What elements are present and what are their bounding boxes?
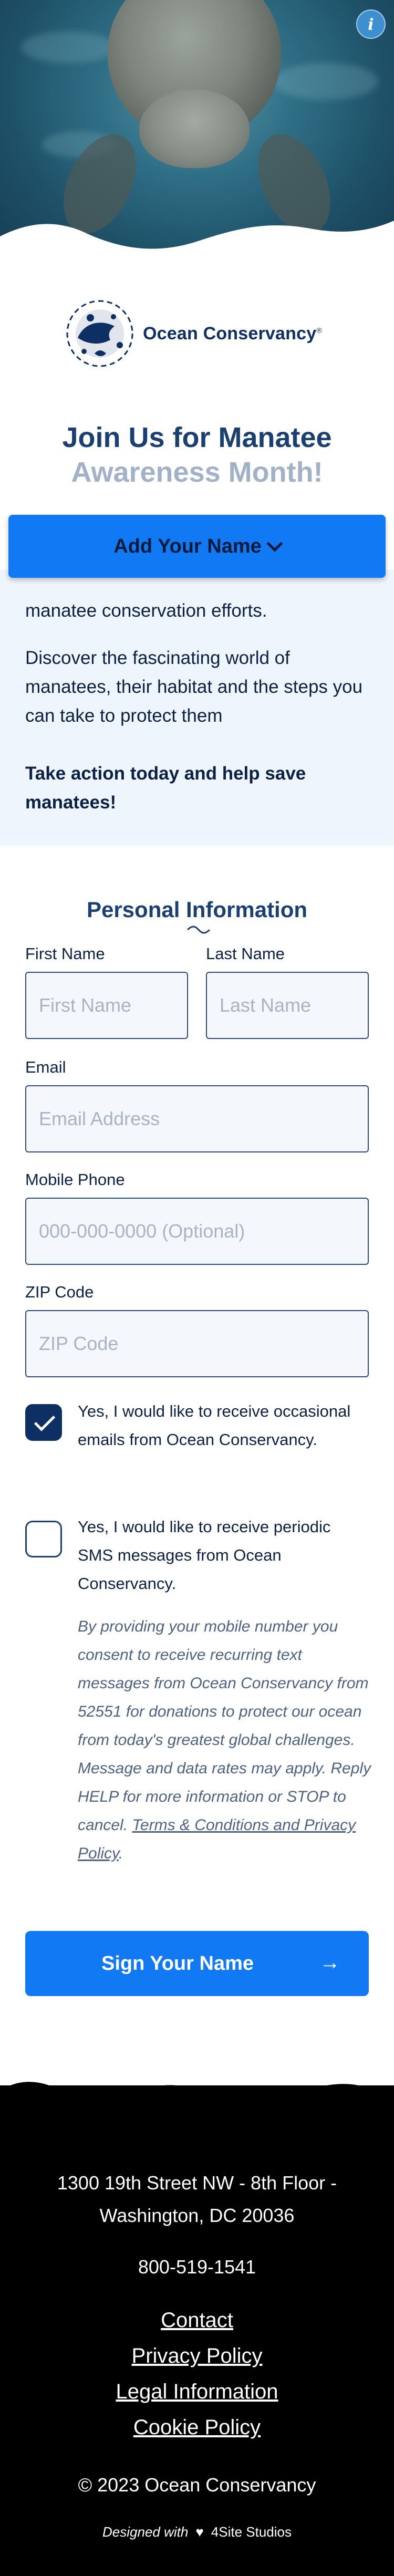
last-name-label: Last Name: [206, 944, 285, 963]
mobile-phone-label: Mobile Phone: [25, 1170, 125, 1189]
title-line-2: Awareness Month!: [71, 456, 323, 488]
footer-link-legal-information[interactable]: Legal Information: [0, 2380, 394, 2404]
logo-mark-icon: [66, 300, 133, 367]
sign-your-name-button[interactable]: Sign Your Name →: [25, 1931, 369, 1996]
wave-divider-icon: [186, 926, 211, 934]
ocean-conservancy-logo[interactable]: Ocean Conservancy®: [63, 297, 336, 370]
sms-disclaimer-text: By providing your mobile number you cons…: [78, 1618, 371, 1834]
hero-wave: [0, 221, 394, 273]
address-line-2: Washington, DC 20036: [99, 2205, 295, 2226]
designed-with-text: Designed with: [102, 2524, 189, 2540]
add-your-name-button[interactable]: Add Your Name: [8, 515, 386, 578]
last-name-input[interactable]: [206, 972, 369, 1039]
zip-code-input[interactable]: [25, 1310, 369, 1377]
arrow-right-icon: →: [319, 1951, 340, 1974]
add-your-name-label: Add Your Name: [113, 535, 262, 557]
email-input[interactable]: [25, 1085, 369, 1152]
designed-by: Designed with ♥ 4Site Studios: [0, 2524, 394, 2540]
zip-code-label: ZIP Code: [25, 1283, 94, 1301]
email-optin-label: Yes, I would like to receive occasional …: [78, 1402, 351, 1449]
intro-panel: manatee conservation efforts. Discover t…: [0, 570, 394, 846]
info-button[interactable]: i: [356, 9, 386, 39]
footer-link-contact[interactable]: Contact: [0, 2309, 394, 2332]
page-title: Join Us for Manatee Awareness Month!: [0, 420, 394, 490]
sms-optin-checkbox[interactable]: [25, 1521, 62, 1557]
footer-link-cookie-policy[interactable]: Cookie Policy: [0, 2416, 394, 2439]
intro-paragraph-1: manatee conservation efforts.: [25, 600, 267, 621]
copyright: © 2023 Ocean Conservancy: [78, 2474, 316, 2496]
footer-phone[interactable]: 800-519-1541: [0, 2256, 394, 2278]
email-label: Email: [25, 1058, 66, 1076]
heart-icon: ♥: [195, 2524, 204, 2540]
studio-link[interactable]: 4Site Studios: [211, 2524, 292, 2540]
first-name-input[interactable]: [25, 972, 188, 1039]
section-title: Personal Information: [86, 897, 308, 922]
manatee-snout: [139, 89, 250, 168]
sms-disclaimer: By providing your mobile number you cons…: [78, 1618, 371, 1862]
first-name-label: First Name: [25, 944, 105, 963]
address-line-1: 1300 19th Street NW - 8th Floor -: [57, 2172, 337, 2194]
chevron-down-icon: [266, 535, 283, 552]
sms-optin-label: Yes, I would like to receive periodic SM…: [78, 1518, 331, 1593]
intro-call-to-action: Take action today and help save manatees…: [25, 763, 306, 813]
footer-link-privacy-policy[interactable]: Privacy Policy: [0, 2344, 394, 2368]
footer-address: 1300 19th Street NW - 8th Floor - Washin…: [0, 2167, 394, 2232]
title-line-1: Join Us for Manatee: [62, 422, 332, 453]
mobile-phone-input[interactable]: [25, 1198, 369, 1265]
email-optin-checkbox[interactable]: [25, 1404, 62, 1441]
sign-your-name-label: Sign Your Name: [101, 1952, 254, 1975]
logo-wordmark: Ocean Conservancy®: [143, 323, 322, 344]
intro-paragraph-2: Discover the fascinating world of manate…: [25, 648, 363, 726]
